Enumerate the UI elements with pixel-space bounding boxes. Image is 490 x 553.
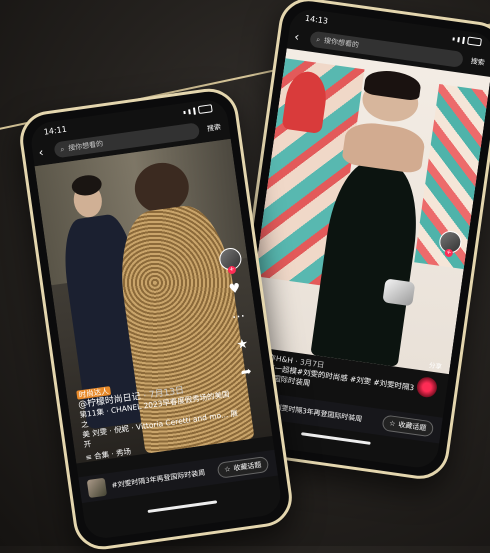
silver-handbag [382,278,416,307]
more-icon[interactable]: ⋯ [228,306,248,326]
back-icon[interactable]: ‹ [38,144,50,160]
collect-icon: ☆ [388,419,397,429]
home-indicator [301,432,371,445]
collect-icon: ☆ [223,465,232,474]
video-player[interactable] [244,48,490,375]
collect-label: 收藏话题 [397,420,427,433]
collection-label[interactable]: 合集 · 秀场 [94,447,132,461]
share-label[interactable]: 分享 [428,359,442,371]
status-time: 14:11 [43,124,68,137]
search-icon: ⌕ [59,144,65,154]
playlist-icon: ≡ [84,452,93,463]
music-disc-icon[interactable] [415,375,439,399]
hashtag-text[interactable]: #刘雯时隔3年再登国际时装周 [268,401,363,424]
collect-topic-button[interactable]: ☆ 收藏话题 [216,455,270,479]
collect-topic-button[interactable]: ☆ 收藏话题 [381,414,435,438]
promo-background: { "accent": "#e4d6ae", "like_color": "#f… [0,0,490,553]
signal-icon [183,104,213,116]
left-phone-screen: 14:11 ‹ ⌕ 搜你想看的 搜索 + ♥ ⋯ ★ ➦ 时尚达人 @柠檬时尚日… [28,97,284,541]
creator-avatar[interactable]: + [217,246,243,275]
collect-label: 收藏话题 [233,460,262,473]
search-button[interactable]: 搜索 [468,56,487,68]
follow-plus-icon[interactable]: + [227,265,237,275]
model-shoulders [341,119,427,175]
star-icon[interactable]: ★ [232,334,252,354]
search-placeholder: 搜你想看的 [67,139,104,153]
back-icon[interactable]: ‹ [293,29,305,44]
left-phone: 14:11 ‹ ⌕ 搜你想看的 搜索 + ♥ ⋯ ★ ➦ 时尚达人 @柠檬时尚日… [16,84,296,553]
home-indicator [147,500,218,514]
hashtag-text[interactable]: #刘雯时隔3年再登国际时装周 [111,468,206,491]
hashtag-thumbnail [86,477,108,499]
signal-icon [452,34,482,47]
search-placeholder: 搜你想看的 [323,36,360,50]
creator-avatar[interactable]: + [437,229,463,258]
action-rail: + [437,229,463,258]
search-button[interactable]: 搜索 [204,122,223,134]
share-icon[interactable]: ➦ [236,362,256,382]
status-time: 14:13 [304,13,329,26]
search-icon: ⌕ [315,34,321,44]
heart-icon[interactable]: ♥ [224,279,244,299]
